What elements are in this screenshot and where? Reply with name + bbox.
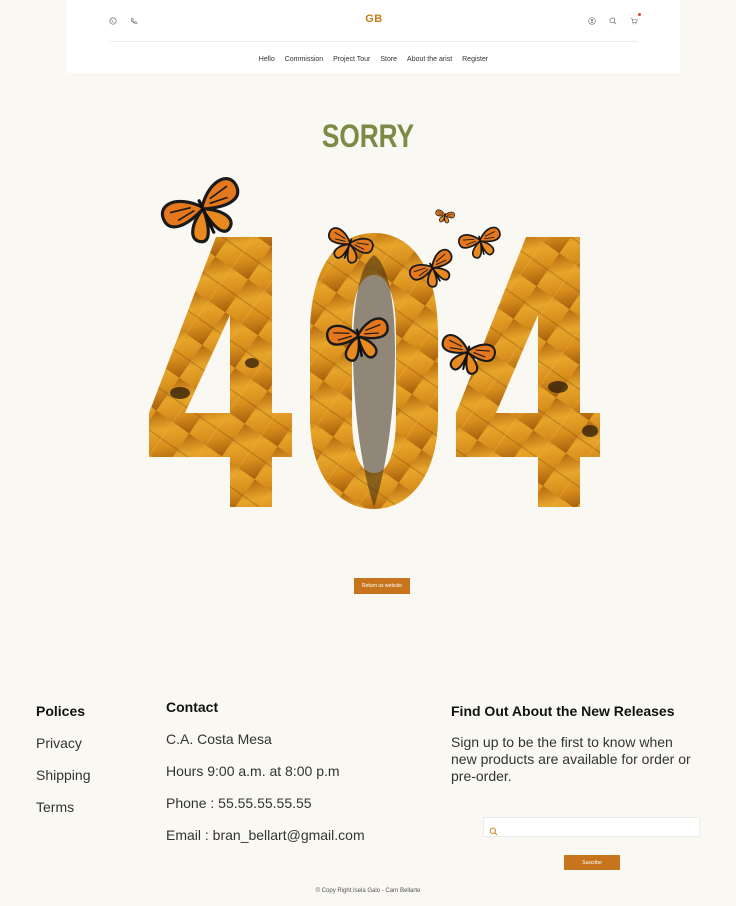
privacy-link[interactable]: Privacy (36, 735, 82, 751)
policies-heading: Polices (36, 703, 86, 719)
header-divider (109, 41, 638, 42)
site-header: GB Hello Commission Project Tour Store A… (67, 0, 680, 73)
contact-email[interactable]: Email : bran_bellart@gmail.com (166, 827, 365, 843)
search-icon[interactable] (607, 15, 619, 27)
shipping-link[interactable]: Shipping (36, 767, 91, 783)
site-logo[interactable]: GB (354, 13, 394, 25)
user-icon[interactable] (586, 15, 598, 27)
copyright-text: © Copy Right Isela Galo - Carn Bellarte (315, 888, 421, 894)
butterfly-3 (433, 209, 456, 225)
nav-item-store[interactable]: Store (380, 56, 397, 63)
cart-badge (638, 13, 641, 16)
newsletter-search-box (483, 817, 700, 837)
cart-icon[interactable] (628, 13, 641, 27)
contact-phone: Phone : 55.55.55.55.55 (166, 795, 312, 811)
error-404-illustration (149, 173, 600, 509)
newsletter-heading: Find Out About the New Releases (451, 703, 675, 719)
sorry-title: SORRY (321, 118, 415, 154)
butterfly-4 (456, 225, 506, 263)
subscribe-button[interactable]: Suscribe (564, 855, 620, 870)
return-website-button[interactable]: Return us website (354, 578, 410, 594)
search-icon (489, 823, 498, 836)
digit-four-right (456, 237, 600, 507)
whatsapp-icon[interactable] (107, 15, 119, 27)
newsletter-description: Sign up to be the first to know when new… (451, 734, 691, 784)
contact-hours: Hours 9:00 a.m. at 8:00 p.m (166, 763, 340, 779)
newsletter-input[interactable] (502, 820, 696, 836)
digit-four-left (149, 237, 292, 507)
nav-item-about[interactable]: About the arist (407, 56, 452, 63)
main-nav: Hello Commission Project Tour Store Abou… (67, 56, 680, 63)
terms-link[interactable]: Terms (36, 799, 74, 815)
phone-icon[interactable] (128, 15, 140, 27)
nav-item-commission[interactable]: Commission (285, 56, 324, 63)
nav-item-hello[interactable]: Hello (259, 56, 275, 63)
contact-heading: Contact (166, 699, 219, 715)
nav-item-project-tour[interactable]: Project Tour (333, 56, 370, 63)
nav-item-register[interactable]: Register (462, 56, 488, 63)
contact-address: C.A. Costa Mesa (166, 731, 272, 747)
